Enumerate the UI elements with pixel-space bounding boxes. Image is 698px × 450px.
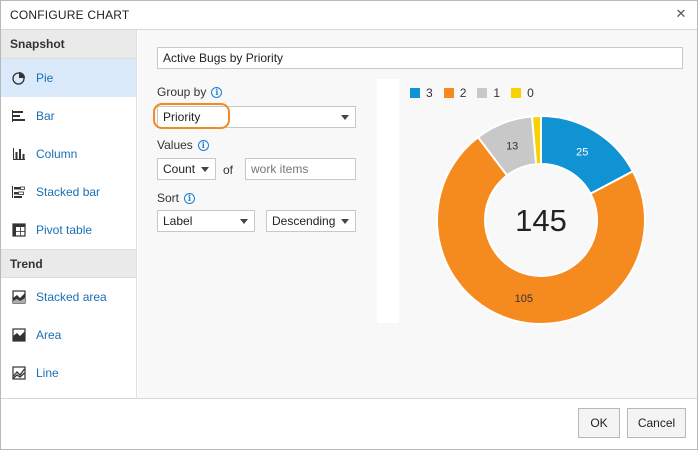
pivot-table-icon bbox=[12, 223, 26, 237]
sidebar-item-label: Stacked bar bbox=[36, 185, 101, 199]
sidebar-item-label: Bar bbox=[36, 109, 55, 123]
sidebar-item-line[interactable]: Line bbox=[1, 354, 136, 392]
dialog-titlebar: CONFIGURE CHART ✕ bbox=[1, 1, 697, 30]
area-chart-icon bbox=[12, 328, 26, 342]
sidebar-item-label: Stacked area bbox=[36, 290, 107, 304]
cancel-button[interactable]: Cancel bbox=[627, 408, 686, 438]
sidebar-item-pie[interactable]: Pie bbox=[1, 59, 136, 97]
sidebar-item-area[interactable]: Area bbox=[1, 316, 136, 354]
snapshot-section-header: Snapshot bbox=[1, 30, 136, 59]
configure-chart-dialog: CONFIGURE CHART ✕ Snapshot Pie Bar Colum… bbox=[0, 0, 698, 450]
sidebar-item-stacked-area[interactable]: Stacked area bbox=[1, 278, 136, 316]
pie-chart-icon bbox=[12, 71, 26, 85]
data-label: 105 bbox=[515, 293, 533, 305]
line-chart-icon bbox=[12, 366, 26, 380]
sidebar-item-label: Pie bbox=[36, 71, 54, 85]
sidebar-item-label: Pivot table bbox=[36, 223, 93, 237]
stacked-area-icon bbox=[12, 290, 26, 304]
dialog-title: CONFIGURE CHART bbox=[10, 8, 130, 22]
chart-type-sidebar: Snapshot Pie Bar Column Stacked bar Pivo… bbox=[1, 30, 137, 398]
sidebar-item-pivot-table[interactable]: Pivot table bbox=[1, 211, 136, 249]
sidebar-item-column[interactable]: Column bbox=[1, 135, 136, 173]
sidebar-item-label: Area bbox=[36, 328, 62, 342]
configuration-panel: Group by i Priority Values i Count of So… bbox=[138, 30, 697, 398]
data-label: 25 bbox=[576, 146, 588, 158]
sidebar-item-label: Line bbox=[36, 366, 59, 380]
center-total-label: 145 bbox=[515, 203, 567, 238]
dialog-footer: OK Cancel bbox=[1, 398, 697, 449]
stacked-bar-icon bbox=[12, 185, 26, 199]
bar-chart-icon bbox=[12, 109, 26, 123]
sidebar-item-bar[interactable]: Bar bbox=[1, 97, 136, 135]
donut-chart: 25 105 13 145 bbox=[436, 114, 646, 325]
ok-button[interactable]: OK bbox=[578, 408, 620, 438]
data-label: 13 bbox=[506, 140, 518, 152]
sidebar-item-stacked-bar[interactable]: Stacked bar bbox=[1, 173, 136, 211]
sidebar-item-label: Column bbox=[36, 147, 78, 161]
column-chart-icon bbox=[12, 147, 26, 161]
close-icon[interactable]: ✕ bbox=[673, 6, 689, 22]
trend-section-header: Trend bbox=[1, 249, 136, 278]
